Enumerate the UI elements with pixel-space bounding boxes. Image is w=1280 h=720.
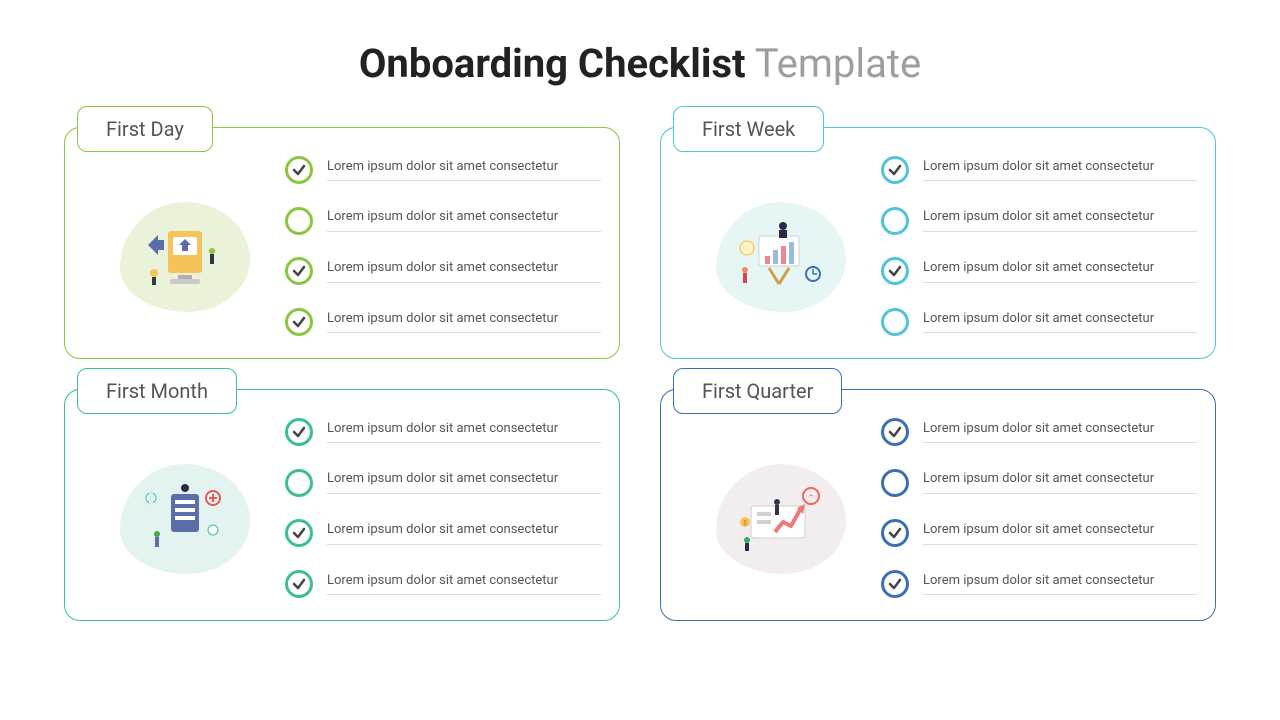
card-illustration-area [85,150,285,336]
checklist-item: Lorem ipsum dolor sit amet consectetur [285,207,601,235]
checklist-item: Lorem ipsum dolor sit amet consectetur [881,207,1197,235]
check-icon [285,519,313,547]
check-icon [881,257,909,285]
checklist-item: Lorem ipsum dolor sit amet consectetur [881,469,1197,497]
card-tab: First Week [673,106,824,152]
unchecked-icon [881,207,909,235]
checklist: Lorem ipsum dolor sit amet consectetur L… [881,150,1197,336]
checklist-item: Lorem ipsum dolor sit amet consectetur [881,418,1197,446]
item-text: Lorem ipsum dolor sit amet consectetur [923,421,1197,444]
illustration-icon [120,202,250,312]
item-text: Lorem ipsum dolor sit amet consectetur [327,209,601,232]
item-text: Lorem ipsum dolor sit amet consectetur [923,159,1197,182]
card-illustration-area [681,150,881,336]
check-icon [881,519,909,547]
title-bold: Onboarding Checklist [359,40,746,87]
card-first-day: First Day Lorem ips [64,127,620,359]
title-light: Template [746,40,922,87]
item-text: Lorem ipsum dolor sit amet consectetur [923,522,1197,545]
checklist: Lorem ipsum dolor sit amet consectetur L… [285,412,601,598]
card-tab: First Month [77,368,237,414]
check-icon [285,418,313,446]
item-text: Lorem ipsum dolor sit amet consectetur [327,260,601,283]
check-icon [881,570,909,598]
checklist-item: Lorem ipsum dolor sit amet consectetur [285,156,601,184]
card-first-month: First Month [64,389,620,621]
checklist: Lorem ipsum dolor sit amet consectetur L… [285,150,601,336]
illustration-icon [716,202,846,312]
checklist-item: Lorem ipsum dolor sit amet consectetur [285,418,601,446]
check-icon [881,418,909,446]
card-tab: First Quarter [673,368,842,414]
card-first-quarter: First Quarter $ [660,389,1216,621]
card-grid: First Day Lorem ips [0,117,1280,621]
checklist-item: Lorem ipsum dolor sit amet consectetur [881,519,1197,547]
check-icon [285,570,313,598]
illustration-icon: $ [716,464,846,574]
checklist: Lorem ipsum dolor sit amet consectetur L… [881,412,1197,598]
item-text: Lorem ipsum dolor sit amet consectetur [923,311,1197,334]
card-illustration-area [85,412,285,598]
check-icon [285,156,313,184]
item-text: Lorem ipsum dolor sit amet consectetur [327,573,601,596]
unchecked-icon [285,469,313,497]
card-first-week: First Week [660,127,1216,359]
item-text: Lorem ipsum dolor sit amet consectetur [923,260,1197,283]
check-icon [285,308,313,336]
card-illustration-area: $ [681,412,881,598]
checklist-item: Lorem ipsum dolor sit amet consectetur [285,469,601,497]
checklist-item: Lorem ipsum dolor sit amet consectetur [285,570,601,598]
checklist-item: Lorem ipsum dolor sit amet consectetur [285,308,601,336]
item-text: Lorem ipsum dolor sit amet consectetur [923,209,1197,232]
check-icon [285,257,313,285]
page-title: Onboarding Checklist Template [0,0,1280,117]
checklist-item: Lorem ipsum dolor sit amet consectetur [285,257,601,285]
checklist-item: Lorem ipsum dolor sit amet consectetur [881,308,1197,336]
illustration-icon [120,464,250,574]
check-icon [881,156,909,184]
card-tab: First Day [77,106,213,152]
checklist-item: Lorem ipsum dolor sit amet consectetur [881,570,1197,598]
checklist-item: Lorem ipsum dolor sit amet consectetur [285,519,601,547]
item-text: Lorem ipsum dolor sit amet consectetur [923,573,1197,596]
item-text: Lorem ipsum dolor sit amet consectetur [327,311,601,334]
item-text: Lorem ipsum dolor sit amet consectetur [327,471,601,494]
item-text: Lorem ipsum dolor sit amet consectetur [923,471,1197,494]
item-text: Lorem ipsum dolor sit amet consectetur [327,522,601,545]
unchecked-icon [881,308,909,336]
item-text: Lorem ipsum dolor sit amet consectetur [327,159,601,182]
unchecked-icon [881,469,909,497]
item-text: Lorem ipsum dolor sit amet consectetur [327,421,601,444]
checklist-item: Lorem ipsum dolor sit amet consectetur [881,257,1197,285]
unchecked-icon [285,207,313,235]
checklist-item: Lorem ipsum dolor sit amet consectetur [881,156,1197,184]
